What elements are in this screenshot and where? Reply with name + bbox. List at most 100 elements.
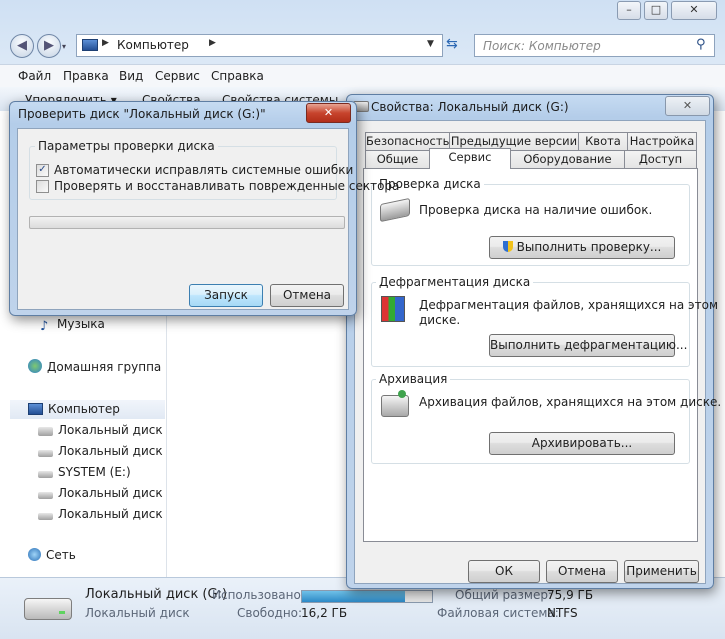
tab-quota[interactable]: Квота — [578, 132, 628, 151]
music-icon: ♪ — [40, 319, 49, 334]
check-disk-cancel-button[interactable]: Отмена — [270, 284, 344, 307]
search-input[interactable]: Поиск: Компьютер ⚲ — [474, 34, 715, 57]
computer-icon — [28, 403, 43, 415]
usage-bar-fill — [302, 591, 405, 602]
nav-label: Музыка — [57, 317, 105, 331]
tab-customize[interactable]: Настройка — [627, 132, 697, 151]
apply-button[interactable]: Применить — [624, 560, 699, 583]
tab-hardware[interactable]: Оборудование — [510, 150, 625, 169]
details-free-value: 16,2 ГБ — [301, 606, 348, 620]
nav-label: Домашняя группа — [47, 360, 162, 374]
menu-bar: Файл Правка Вид Сервис Справка — [0, 64, 725, 88]
refresh-icon[interactable]: ⇆ — [446, 36, 458, 52]
menu-tools[interactable]: Сервис — [155, 69, 200, 83]
check-disk-close-button[interactable]: ✕ — [306, 103, 351, 123]
recent-pages-icon[interactable]: ▾ — [62, 42, 66, 51]
nav-item-drive-c[interactable]: Локальный диск (C — [38, 423, 179, 437]
menu-view[interactable]: Вид — [119, 69, 143, 83]
defrag-group-label: Дефрагментация диска — [376, 275, 534, 289]
address-bar[interactable]: ▶ Компьютер ▶ ▼ — [76, 34, 443, 57]
forward-button[interactable]: ▶ — [37, 34, 61, 58]
nav-label: Сеть — [46, 548, 76, 562]
details-total-value: 75,9 ГБ — [547, 588, 594, 602]
minimize-button[interactable]: – — [617, 1, 641, 20]
menu-edit[interactable]: Правка — [63, 69, 109, 83]
details-fs-label: Файловая система: — [437, 606, 559, 620]
nav-item-drive-d[interactable]: Локальный диск (D — [38, 444, 180, 458]
details-drive-type: Локальный диск — [85, 606, 190, 620]
maximize-button[interactable]: □ — [644, 1, 668, 20]
check-disk-text: Проверка диска на наличие ошибок. — [419, 203, 653, 217]
defrag-text-line1: Дефрагментация файлов, хранящихся на это… — [419, 298, 718, 312]
drive-icon — [38, 492, 53, 499]
check-options-group-label: Параметры проверки диска — [35, 139, 218, 153]
properties-cancel-button[interactable]: Отмена — [546, 560, 618, 583]
nav-item-computer[interactable]: Компьютер — [28, 402, 120, 416]
properties-dialog: Свойства: Локальный диск (G:) ✕ Безопасн… — [346, 94, 721, 589]
check-progress-bar — [29, 216, 345, 229]
nav-label: Локальный диск (G — [58, 507, 181, 521]
nav-label: SYSTEM (E:) — [58, 465, 131, 479]
details-fs-value: NTFS — [547, 606, 578, 620]
defrag-icon — [381, 296, 405, 322]
tab-panel: Проверка диска Проверка диска на наличие… — [363, 168, 721, 542]
drive-led — [59, 611, 65, 614]
backup-text: Архивация файлов, хранящихся на этом дис… — [419, 395, 722, 409]
properties-body: Безопасность Предыдущие версии Квота Нас… — [354, 120, 721, 584]
start-button[interactable]: Запуск — [189, 284, 263, 307]
nav-item-music[interactable]: ♪ Музыка — [40, 317, 105, 333]
check-now-label: Выполнить проверку... — [516, 240, 662, 254]
check-now-button[interactable]: Выполнить проверку... — [489, 236, 675, 259]
tab-general[interactable]: Общие — [365, 150, 430, 169]
tab-tools[interactable]: Сервис — [429, 148, 511, 169]
breadcrumb-chevron-icon[interactable]: ▶ — [209, 38, 216, 48]
nav-item-drive-e[interactable]: SYSTEM (E:) — [38, 465, 131, 479]
nav-item-drive-f[interactable]: Локальный диск (F: — [38, 486, 181, 500]
search-placeholder: Поиск: Компьютер — [483, 39, 601, 53]
address-dropdown-icon[interactable]: ▼ — [427, 39, 434, 49]
details-drive-name: Локальный диск (G:) — [85, 587, 228, 602]
check-disk-title: Проверить диск "Локальный диск (G:)" — [18, 107, 266, 121]
check-disk-body: Параметры проверки диска ✓ Автоматически… — [17, 128, 399, 310]
drive-large-icon — [24, 598, 72, 620]
scan-sectors-label[interactable]: Проверять и восстанавливать поврежденные… — [54, 179, 399, 193]
details-free-label: Свободно: — [237, 606, 303, 620]
properties-title: Свойства: Локальный диск (G:) — [371, 100, 569, 114]
backup-icon — [381, 390, 409, 417]
details-used-label: Использовано: — [212, 588, 305, 602]
defragment-button[interactable]: Выполнить дефрагментацию... — [489, 334, 687, 357]
system-drive-icon — [38, 427, 53, 436]
back-button[interactable]: ◀ — [10, 34, 34, 58]
drive-icon — [38, 450, 53, 457]
defrag-text-line2: диске. — [419, 313, 461, 327]
nav-label: Компьютер — [48, 402, 120, 416]
drive-icon — [38, 471, 53, 478]
homegroup-icon — [28, 359, 42, 373]
window-close-button[interactable]: ✕ — [671, 1, 717, 20]
nav-label: Локальный диск (C — [58, 423, 180, 437]
breadcrumb-computer[interactable]: Компьютер — [117, 38, 189, 52]
menu-help[interactable]: Справка — [211, 69, 264, 83]
backup-group-label: Архивация — [376, 372, 451, 386]
nav-item-network[interactable]: Сеть — [28, 548, 76, 562]
menu-file[interactable]: Файл — [18, 69, 51, 83]
backup-arrow — [398, 390, 406, 398]
check-disk-dialog: Проверить диск "Локальный диск (G:)" ✕ П… — [9, 101, 399, 316]
uac-shield-icon — [502, 241, 513, 252]
search-icon[interactable]: ⚲ — [696, 37, 706, 52]
ok-button[interactable]: ОК — [468, 560, 540, 583]
tab-sharing[interactable]: Доступ — [624, 150, 697, 169]
usage-bar — [301, 590, 433, 603]
details-total-label: Общий размер: — [455, 588, 553, 602]
nav-item-drive-g[interactable]: Локальный диск (G — [38, 507, 180, 521]
scan-sectors-checkbox[interactable] — [36, 180, 49, 193]
nav-label: Локальный диск (F: — [58, 486, 182, 500]
breadcrumb-chevron-icon[interactable]: ▶ — [102, 38, 109, 48]
nav-item-homegroup[interactable]: Домашняя группа — [28, 359, 161, 374]
network-icon — [28, 548, 41, 561]
auto-fix-label[interactable]: Автоматически исправлять системные ошибк… — [54, 163, 353, 177]
auto-fix-checkbox[interactable]: ✓ — [36, 164, 49, 177]
properties-close-button[interactable]: ✕ — [665, 96, 710, 116]
drive-icon — [38, 513, 53, 520]
backup-button[interactable]: Архивировать... — [489, 432, 675, 455]
